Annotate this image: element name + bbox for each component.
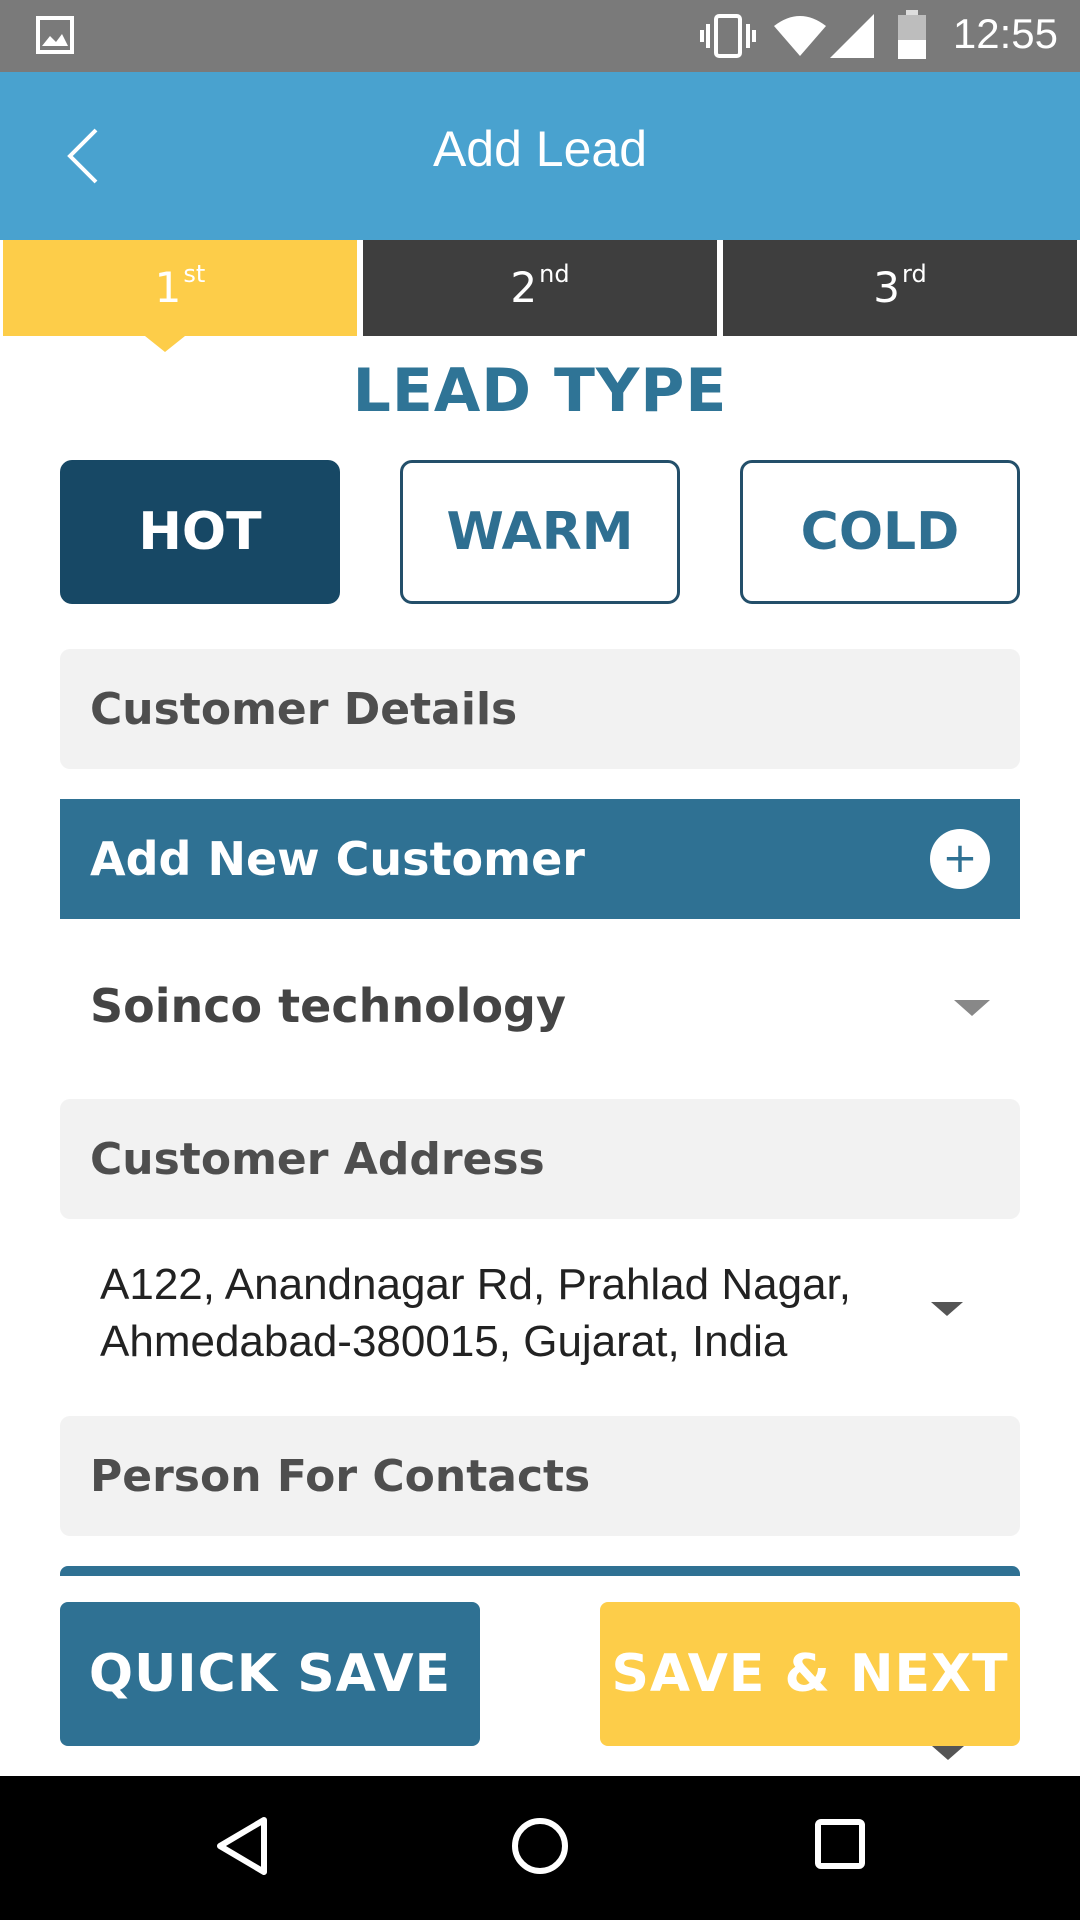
person-for-contacts-label: Person For Contacts xyxy=(60,1416,1020,1536)
tab-step-3[interactable]: 3rd xyxy=(723,240,1077,336)
address-line-1: A122, Anandnagar Rd, Prahlad Nagar, xyxy=(100,1260,851,1309)
lead-type-hot-button[interactable]: HOT xyxy=(60,460,340,604)
save-and-next-button[interactable]: SAVE & NEXT xyxy=(600,1602,1020,1746)
signal-icon xyxy=(830,14,874,58)
step-1-number: 1 xyxy=(154,263,182,312)
address-select-value[interactable]: A122, Anandnagar Rd, Prahlad Nagar, Ahme… xyxy=(100,1256,900,1370)
add-new-customer-label: Add New Customer xyxy=(90,832,585,886)
quick-save-button[interactable]: QUICK SAVE xyxy=(60,1602,480,1746)
vibrate-icon xyxy=(700,14,756,58)
status-time: 12:55 xyxy=(952,10,1058,57)
nav-back-icon[interactable] xyxy=(212,1814,272,1878)
nav-home-icon[interactable] xyxy=(510,1816,570,1876)
address-dropdown-arrow-icon[interactable] xyxy=(931,1302,963,1316)
app-bar: Add Lead xyxy=(0,72,1080,240)
step-3-number: 3 xyxy=(873,263,901,312)
battery-icon xyxy=(898,10,926,59)
step-2-suffix: nd xyxy=(539,260,570,288)
step-2-number: 2 xyxy=(510,263,538,312)
add-new-customer-button[interactable]: Add New Customer + xyxy=(60,799,1020,919)
customer-address-label: Customer Address xyxy=(60,1099,1020,1219)
system-nav-bar xyxy=(0,1776,1080,1920)
scroll-indicator-arrow-icon xyxy=(932,1746,964,1760)
next-section-header-partial xyxy=(60,1566,1020,1576)
lead-type-warm-button[interactable]: WARM xyxy=(400,460,680,604)
customer-dropdown-arrow-icon[interactable] xyxy=(954,1000,990,1016)
image-notification-icon xyxy=(36,16,74,54)
tab-step-1[interactable]: 1st xyxy=(3,240,357,336)
nav-recents-icon[interactable] xyxy=(814,1818,866,1870)
lead-type-heading: LEAD TYPE xyxy=(352,356,728,426)
page-title: Add Lead xyxy=(432,121,648,177)
customer-select-value[interactable]: Soinco technology xyxy=(90,979,566,1033)
address-line-2: Ahmedabad-380015, Gujarat, India xyxy=(100,1317,788,1366)
active-step-indicator xyxy=(145,336,185,352)
step-1-suffix: st xyxy=(183,260,206,288)
lead-type-cold-button[interactable]: COLD xyxy=(740,460,1020,604)
status-bar: 12:55 xyxy=(0,0,1080,72)
customer-details-label: Customer Details xyxy=(60,649,1020,769)
step-3-suffix: rd xyxy=(902,260,927,288)
tab-step-2[interactable]: 2nd xyxy=(363,240,717,336)
plus-icon: + xyxy=(930,829,990,889)
wifi-icon xyxy=(774,16,826,56)
